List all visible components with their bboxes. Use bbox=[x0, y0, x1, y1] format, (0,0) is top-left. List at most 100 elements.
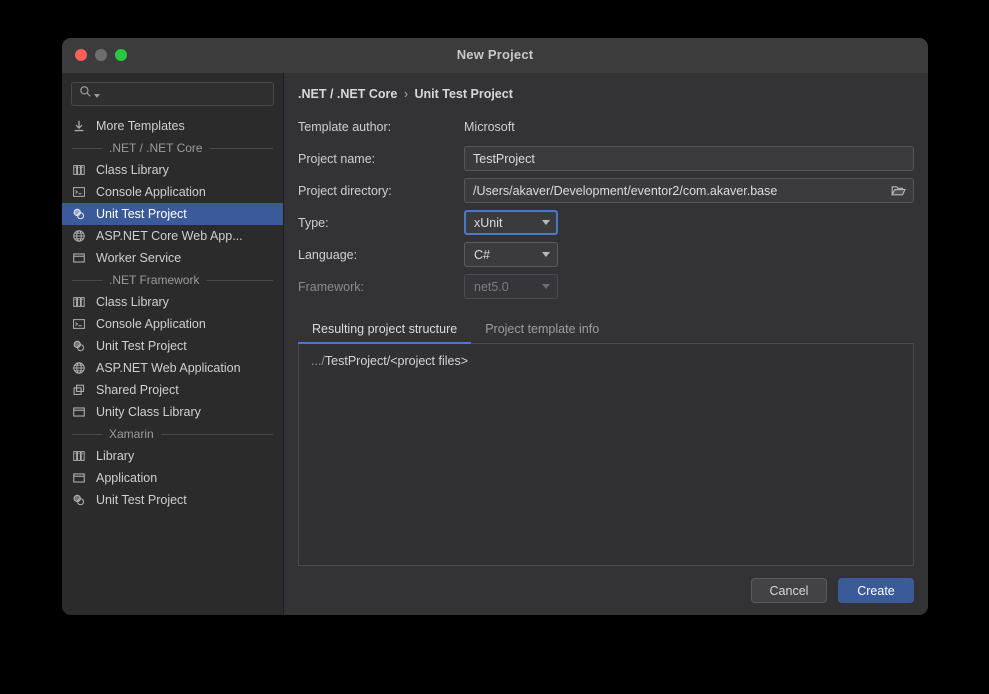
sidebar-item-console-application-core[interactable]: Console Application bbox=[62, 181, 283, 203]
template-author-label: Template author: bbox=[298, 119, 392, 134]
test-icon bbox=[71, 492, 87, 508]
project-name-label: Project name: bbox=[298, 151, 376, 166]
project-directory-input[interactable] bbox=[473, 183, 889, 198]
sidebar-item-worker-service[interactable]: Worker Service bbox=[62, 247, 283, 269]
group-label-text: Xamarin bbox=[109, 427, 154, 441]
chevron-down-icon bbox=[542, 252, 550, 257]
sidebar-item-label: Class Library bbox=[96, 295, 169, 309]
tab-project-template-info[interactable]: Project template info bbox=[471, 318, 613, 343]
sidebar-item-unit-test-project-framework[interactable]: Unit Test Project bbox=[62, 335, 283, 357]
sidebar-item-aspnet-core-web-app[interactable]: ASP.NET Core Web App... bbox=[62, 225, 283, 247]
sidebar-item-shared-project[interactable]: Shared Project bbox=[62, 379, 283, 401]
breadcrumb-root: .NET / .NET Core bbox=[298, 87, 398, 101]
group-xamarin: Xamarin bbox=[62, 423, 283, 445]
group-dotnet-framework: .NET Framework bbox=[62, 269, 283, 291]
search-icon bbox=[79, 85, 92, 103]
console-icon bbox=[71, 316, 87, 332]
sidebar-item-class-library-framework[interactable]: Class Library bbox=[62, 291, 283, 313]
sidebar-item-label: Worker Service bbox=[96, 251, 182, 265]
create-button[interactable]: Create bbox=[838, 578, 914, 603]
row-project-directory: Project directory: bbox=[298, 178, 914, 203]
type-select[interactable]: xUnit bbox=[464, 210, 558, 235]
breadcrumb-separator: › bbox=[403, 87, 408, 101]
shared-icon bbox=[71, 382, 87, 398]
result-line: .../TestProject/<project files> bbox=[311, 354, 901, 368]
sidebar-item-unit-test-project-core[interactable]: Unit Test Project bbox=[62, 203, 283, 225]
group-label-text: .NET Framework bbox=[109, 273, 200, 287]
sidebar-item-label: ASP.NET Core Web App... bbox=[96, 229, 243, 243]
tab-label: Project template info bbox=[485, 322, 600, 336]
framework-label: Framework: bbox=[298, 279, 364, 294]
sidebar-item-label: More Templates bbox=[96, 119, 185, 133]
resulting-structure-panel: .../TestProject/<project files> bbox=[298, 344, 914, 566]
result-path-prefix: .../ bbox=[311, 354, 325, 368]
library-icon bbox=[71, 162, 87, 178]
group-dotnet-core: .NET / .NET Core bbox=[62, 137, 283, 159]
cancel-button[interactable]: Cancel bbox=[751, 578, 827, 603]
chevron-down-icon bbox=[542, 220, 550, 225]
sidebar-item-application-xamarin[interactable]: Application bbox=[62, 467, 283, 489]
row-project-name: Project name: bbox=[298, 146, 914, 171]
library-icon bbox=[71, 294, 87, 310]
breadcrumb: .NET / .NET Core › Unit Test Project bbox=[298, 87, 914, 101]
sidebar-item-unity-class-library[interactable]: Unity Class Library bbox=[62, 401, 283, 423]
detail-tabs: Resulting project structure Project temp… bbox=[298, 318, 914, 344]
window-icon bbox=[71, 250, 87, 266]
project-directory-field[interactable] bbox=[464, 178, 914, 203]
sidebar-item-label: Unity Class Library bbox=[96, 405, 201, 419]
language-label: Language: bbox=[298, 247, 358, 262]
console-icon bbox=[71, 184, 87, 200]
sidebar-item-console-application-framework[interactable]: Console Application bbox=[62, 313, 283, 335]
template-tree: More Templates .NET / .NET Core Class Li… bbox=[62, 112, 283, 511]
search-box[interactable] bbox=[71, 82, 274, 106]
sidebar-item-class-library-core[interactable]: Class Library bbox=[62, 159, 283, 181]
window-icon bbox=[71, 404, 87, 420]
folder-icon[interactable] bbox=[889, 184, 907, 197]
type-value: xUnit bbox=[474, 215, 503, 230]
chevron-down-icon bbox=[542, 284, 550, 289]
dialog-footer: Cancel Create bbox=[298, 578, 914, 605]
sidebar-item-more-templates[interactable]: More Templates bbox=[62, 115, 283, 137]
sidebar-item-label: ASP.NET Web Application bbox=[96, 361, 241, 375]
template-sidebar: More Templates .NET / .NET Core Class Li… bbox=[62, 73, 284, 615]
row-type: Type: xUnit bbox=[298, 210, 914, 235]
window-icon bbox=[71, 470, 87, 486]
test-icon bbox=[71, 206, 87, 222]
sidebar-item-label: Shared Project bbox=[96, 383, 179, 397]
framework-value: net5.0 bbox=[474, 279, 509, 294]
project-directory-label: Project directory: bbox=[298, 183, 392, 198]
sidebar-item-label: Class Library bbox=[96, 163, 169, 177]
template-author-value: Microsoft bbox=[464, 119, 515, 134]
sidebar-item-label: Unit Test Project bbox=[96, 207, 187, 221]
details-panel: .NET / .NET Core › Unit Test Project Tem… bbox=[284, 73, 928, 615]
sidebar-item-label: Unit Test Project bbox=[96, 339, 187, 353]
project-name-field[interactable] bbox=[464, 146, 914, 171]
new-project-dialog: New Project More Templates .NET / .NET C… bbox=[62, 38, 928, 615]
row-template-author: Template author: Microsoft bbox=[298, 114, 914, 139]
sidebar-item-label: Unit Test Project bbox=[96, 493, 187, 507]
download-icon bbox=[71, 118, 87, 134]
search-input[interactable] bbox=[102, 87, 273, 101]
language-select[interactable]: C# bbox=[464, 242, 558, 267]
framework-select: net5.0 bbox=[464, 274, 558, 299]
sidebar-item-label: Application bbox=[96, 471, 158, 485]
globe-icon bbox=[71, 228, 87, 244]
dialog-body: More Templates .NET / .NET Core Class Li… bbox=[62, 73, 928, 615]
language-value: C# bbox=[474, 247, 490, 262]
globe-icon bbox=[71, 360, 87, 376]
search-scope-chevron-down-icon[interactable] bbox=[94, 93, 100, 98]
test-icon bbox=[71, 338, 87, 354]
tab-resulting-project-structure[interactable]: Resulting project structure bbox=[298, 318, 472, 344]
sidebar-item-unit-test-project-xamarin[interactable]: Unit Test Project bbox=[62, 489, 283, 511]
row-framework: Framework: net5.0 bbox=[298, 274, 914, 299]
project-name-input[interactable] bbox=[473, 151, 907, 166]
sidebar-item-aspnet-web-application[interactable]: ASP.NET Web Application bbox=[62, 357, 283, 379]
window-title: New Project bbox=[456, 47, 534, 62]
sidebar-item-label: Console Application bbox=[96, 185, 206, 199]
search-area bbox=[62, 82, 283, 112]
result-path-text: TestProject/<project files> bbox=[324, 354, 469, 368]
sidebar-item-library-xamarin[interactable]: Library bbox=[62, 445, 283, 467]
group-label-text: .NET / .NET Core bbox=[109, 141, 203, 155]
title-bar: New Project bbox=[62, 38, 928, 73]
breadcrumb-current: Unit Test Project bbox=[414, 87, 513, 101]
